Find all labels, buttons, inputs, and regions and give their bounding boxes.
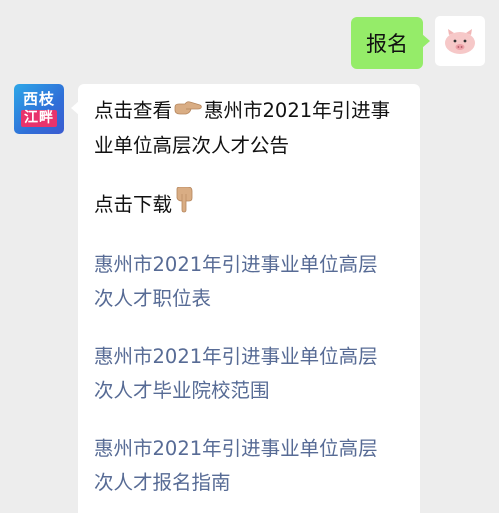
incoming-bubble: 点击查看 惠州市2021年引进事业单位高层次人才公告 点击下载 惠州市2021年…: [71, 84, 420, 513]
link-registration-guide[interactable]: 惠州市2021年引进事业单位高层 次人才报名指南: [94, 432, 406, 500]
link-line: 惠州市2021年引进事业单位高层: [94, 344, 378, 368]
link-line: 次人才职位表: [94, 286, 212, 310]
intro-prefix: 点击查看: [94, 99, 173, 122]
link-university-scope[interactable]: 惠州市2021年引进事业单位高层 次人才毕业院校范围: [94, 340, 406, 408]
brand-avatar-line2: 江畔: [21, 110, 57, 127]
user-avatar[interactable]: [435, 16, 485, 66]
link-line: 惠州市2021年引进事业单位高层: [94, 252, 378, 276]
download-paragraph: 点击下载: [94, 186, 406, 224]
download-label: 点击下载: [94, 192, 173, 216]
outgoing-bubble[interactable]: 报名: [351, 17, 430, 69]
link-line: 惠州市2021年引进事业单位高层: [94, 436, 378, 460]
chat-window: 报名 西枝 江畔 点击查看 惠州市2021年引进事业单位高层次人才公告 点击下载…: [0, 0, 499, 513]
link-position-table[interactable]: 惠州市2021年引进事业单位高层 次人才职位表: [94, 248, 406, 316]
outgoing-message: 报名: [351, 16, 485, 69]
hand-pointing-down-icon: [173, 186, 195, 224]
incoming-message: 西枝 江畔 点击查看 惠州市2021年引进事业单位高层次人才公告 点击下载 惠州…: [14, 84, 420, 513]
brand-avatar-line1: 西枝: [22, 90, 55, 108]
pig-icon: [445, 29, 475, 54]
link-line: 次人才毕业院校范围: [94, 378, 270, 402]
link-line: 次人才报名指南: [94, 470, 231, 494]
intro-paragraph: 点击查看 惠州市2021年引进事业单位高层次人才公告: [94, 94, 406, 163]
hand-pointing-right-icon: [173, 95, 203, 129]
brand-avatar[interactable]: 西枝 江畔: [14, 84, 64, 134]
